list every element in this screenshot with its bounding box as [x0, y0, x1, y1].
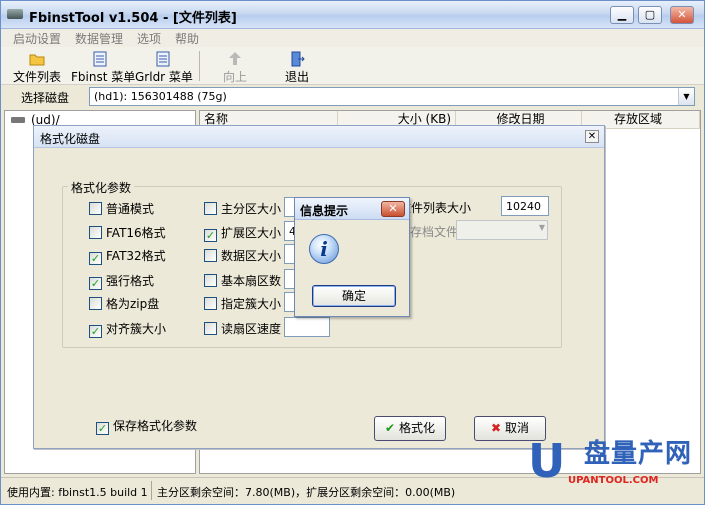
watermark-u-logo-icon: U: [528, 434, 566, 488]
app-icon: [7, 9, 23, 19]
info-box-titlebar: 信息提示 ✕: [295, 198, 409, 220]
menu-list-icon: [93, 51, 107, 67]
window-title: FbinstTool v1.504 - [文件列表]: [29, 11, 237, 26]
minimize-button[interactable]: ▁: [610, 6, 634, 24]
status-separator: [151, 481, 152, 500]
chevron-down-icon: ▼: [538, 223, 545, 232]
watermark-logo: U 盘量产网 UPANTOOL.COM: [528, 435, 700, 495]
info-box-title: 信息提示: [300, 204, 349, 218]
fat16-checkbox[interactable]: FAT16格式: [89, 224, 166, 240]
menu-list-icon: [156, 51, 170, 67]
fbinst-menu-button[interactable]: Fbinst 菜单: [71, 47, 135, 85]
align-cluster-checkbox[interactable]: ✓ 对齐簇大小: [89, 320, 166, 338]
maximize-button[interactable]: ▢: [638, 6, 662, 24]
menu-bar: 启动设置 数据管理 选项 帮助: [1, 29, 704, 47]
close-button[interactable]: ✕: [670, 6, 694, 24]
format-params-legend: 格式化参数: [68, 179, 135, 196]
checkmark-icon: ✓: [96, 422, 109, 435]
info-box-close-button[interactable]: ✕: [381, 201, 405, 217]
drive-icon: [11, 117, 25, 123]
checkbox-box: [204, 249, 217, 262]
read-speed-input[interactable]: [284, 317, 330, 337]
fat32-checkbox[interactable]: ✓ FAT32格式: [89, 247, 166, 265]
checkbox-box: [89, 202, 102, 215]
checkbox-box: [204, 297, 217, 310]
primary-partition-size-checkbox[interactable]: 主分区大小: [204, 200, 281, 216]
watermark-brand: 盘量产网: [584, 439, 693, 469]
checkbox-box: [204, 322, 217, 335]
toolbar-separator: [199, 51, 200, 81]
checkmark-icon: ✓: [89, 325, 102, 338]
toolbar: 文件列表 Fbinst 菜单 Grldr 菜单 向上 退出: [1, 47, 704, 85]
checkbox-box: [89, 297, 102, 310]
up-arrow-icon: [229, 52, 241, 65]
extended-size-checkbox[interactable]: ✓ 扩展区大小: [204, 224, 281, 242]
checkmark-icon: ✓: [89, 277, 102, 290]
format-dialog-title: 格式化磁盘: [40, 132, 101, 146]
disk-select-row: 选择磁盘 (hd1): 156301488 (75g) ▼: [1, 86, 704, 108]
chevron-down-icon[interactable]: ▼: [678, 88, 694, 105]
force-format-checkbox[interactable]: ✓ 强行格式: [89, 272, 154, 290]
checkbox-box: [204, 274, 217, 287]
menu-data-management[interactable]: 数据管理: [75, 30, 123, 47]
title-bar: FbinstTool v1.504 - [文件列表] ▁ ▢ ✕: [1, 1, 704, 29]
zip-disk-checkbox[interactable]: 格为zip盘: [89, 295, 159, 311]
disk-select-value: (hd1): 156301488 (75g): [94, 90, 227, 103]
checkmark-icon: ✓: [89, 252, 102, 265]
info-icon: i: [309, 234, 339, 264]
ok-button[interactable]: 确定: [312, 285, 396, 307]
menu-help[interactable]: 帮助: [175, 30, 199, 47]
checkbox-box: [204, 202, 217, 215]
base-sectors-checkbox[interactable]: 基本扇区数: [204, 272, 281, 288]
disk-select-label: 选择磁盘: [21, 91, 70, 105]
data-area-size-checkbox[interactable]: 数据区大小: [204, 247, 281, 263]
format-dialog-close-button[interactable]: ✕: [585, 130, 599, 143]
watermark-url: UPANTOOL.COM: [568, 475, 659, 486]
read-speed-checkbox[interactable]: 读扇区速度: [204, 320, 281, 336]
up-button[interactable]: 向上: [217, 47, 253, 85]
save-params-checkbox[interactable]: ✓ 保存格式化参数: [96, 417, 197, 435]
file-list-button[interactable]: 文件列表: [11, 47, 63, 85]
exit-button[interactable]: 退出: [279, 47, 315, 85]
status-free-space: 主分区剩余空间：7.80(MB)，扩展分区剩余空间：0.00(MB): [157, 486, 456, 499]
format-dialog-titlebar: 格式化磁盘 ✕: [34, 126, 604, 148]
folder-icon: [29, 54, 45, 66]
filelist-size-input[interactable]: 10240: [501, 196, 549, 216]
info-message-box: 信息提示 ✕ i 确定: [294, 197, 410, 317]
cluster-size-checkbox[interactable]: 指定簇大小: [204, 295, 281, 311]
menu-boot-settings[interactable]: 启动设置: [13, 30, 61, 47]
format-button[interactable]: ✔ 格式化: [374, 416, 446, 441]
grldr-menu-button[interactable]: Grldr 菜单: [135, 47, 193, 85]
disk-select-dropdown[interactable]: (hd1): 156301488 (75g) ▼: [89, 87, 695, 106]
cross-icon: ✖: [490, 421, 502, 435]
status-builtin: 使用内置: fbinst1.5 build 1: [7, 486, 148, 499]
normal-mode-checkbox[interactable]: 普通模式: [89, 200, 154, 216]
checkmark-icon: ✔: [384, 421, 396, 435]
exit-door-icon: [291, 51, 305, 67]
checkbox-box: [89, 226, 102, 239]
menu-options[interactable]: 选项: [137, 30, 161, 47]
checkmark-icon: ✓: [204, 229, 217, 242]
archive-file-dropdown[interactable]: ▼: [456, 220, 548, 240]
archive-file-label: 存档文件: [410, 225, 459, 239]
